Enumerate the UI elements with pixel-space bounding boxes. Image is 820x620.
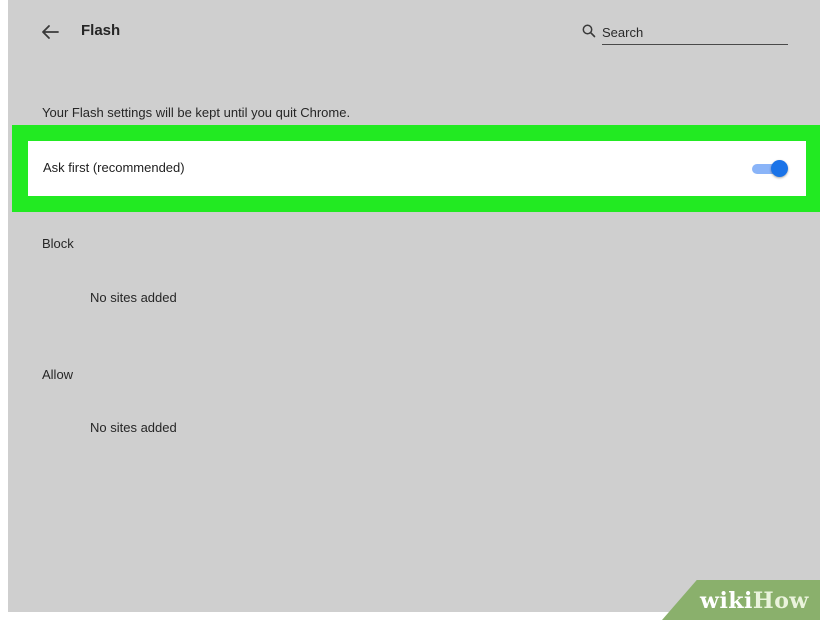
toggle-knob bbox=[771, 160, 788, 177]
search-icon bbox=[582, 24, 596, 38]
block-empty-text: No sites added bbox=[90, 290, 177, 305]
ask-first-row[interactable]: Ask first (recommended) bbox=[28, 141, 806, 196]
search-input[interactable] bbox=[602, 22, 788, 45]
arrow-left-icon bbox=[42, 25, 59, 39]
session-notice: Your Flash settings will be kept until y… bbox=[42, 105, 351, 120]
watermark-text: wikiHow bbox=[700, 588, 809, 614]
allow-section-label: Allow bbox=[42, 367, 74, 382]
ask-first-toggle[interactable] bbox=[752, 160, 788, 178]
flash-settings-panel: Flash Your Flash settings will be kept u… bbox=[8, 0, 820, 612]
allow-empty-text: No sites added bbox=[90, 420, 177, 435]
ask-first-label: Ask first (recommended) bbox=[43, 160, 185, 175]
page-title: Flash bbox=[81, 22, 121, 39]
back-button[interactable] bbox=[36, 18, 64, 46]
screenshot-page: Flash Your Flash settings will be kept u… bbox=[0, 0, 820, 620]
settings-header: Flash bbox=[8, 0, 820, 64]
block-section-label: Block bbox=[42, 236, 74, 251]
search-box[interactable] bbox=[582, 22, 792, 46]
